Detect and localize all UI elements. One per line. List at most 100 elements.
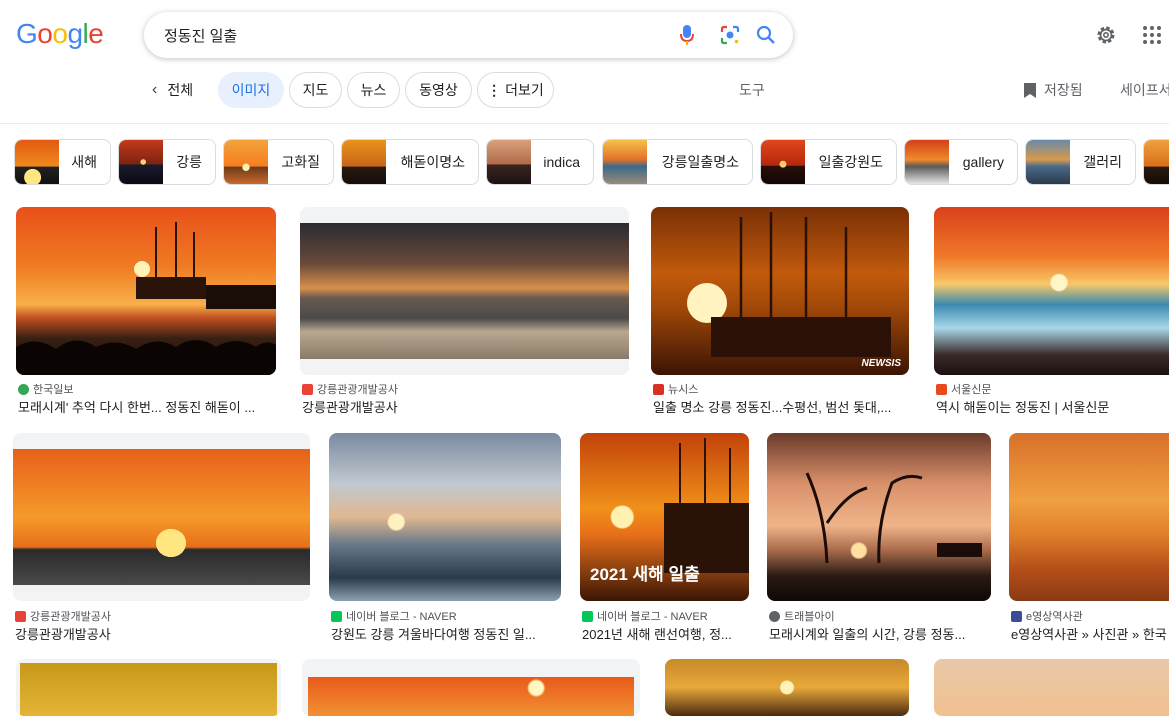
logo-letter: o xyxy=(37,18,53,49)
chip-label: 일출강원도 xyxy=(818,154,883,170)
image-result[interactable]: 네이버 블로그 - NAVER 강원도 강릉 겨울바다여행 정동진 일... xyxy=(329,433,561,643)
image-result[interactable]: 강릉관광개발공사 강릉관광개발공사 xyxy=(300,207,629,417)
chip[interactable]: 강릉 xyxy=(118,139,216,185)
chip[interactable] xyxy=(1143,139,1169,185)
result-source: 네이버 블로그 - NAVER xyxy=(331,608,457,624)
chip-thumbnail xyxy=(342,140,386,184)
result-image[interactable] xyxy=(665,659,909,716)
result-source: e영상역사관 xyxy=(1011,608,1083,624)
tab-more[interactable]: ⋮ 더보기 xyxy=(477,72,554,108)
result-image[interactable]: 2021 새해 일출 xyxy=(580,433,749,601)
result-image[interactable] xyxy=(934,207,1169,375)
result-title[interactable]: 강원도 강릉 겨울바다여행 정동진 일... xyxy=(331,624,563,643)
favicon-icon xyxy=(936,383,947,395)
tab-maps[interactable]: 지도 xyxy=(289,72,342,108)
result-source: 뉴시스 xyxy=(653,381,698,397)
result-source-label: 네이버 블로그 - NAVER xyxy=(346,611,457,623)
result-source-label: 강릉관광개발공사 xyxy=(30,611,111,623)
ship-silhouette xyxy=(16,222,276,375)
result-title[interactable]: 2021년 새해 랜선여행, 정... xyxy=(582,624,751,643)
result-source: 한국일보 xyxy=(18,381,73,397)
tab-images[interactable]: 이미지 xyxy=(218,72,284,108)
chip[interactable]: 고화질 xyxy=(223,139,334,185)
chip[interactable]: 일출강원도 xyxy=(760,139,897,185)
google-logo[interactable]: Google xyxy=(16,18,104,50)
result-image[interactable] xyxy=(13,433,310,601)
chip-label: gallery xyxy=(962,154,1004,170)
search-icon[interactable] xyxy=(754,23,778,47)
image-result[interactable] xyxy=(665,659,909,716)
result-title[interactable]: 모래시계와 일출의 시간, 강릉 정동... xyxy=(769,624,993,643)
logo-letter: g xyxy=(67,18,83,49)
result-image[interactable] xyxy=(16,659,281,716)
chip-label: 새해 xyxy=(71,154,97,170)
watermark: NEWSIS xyxy=(861,358,901,369)
search-box[interactable]: 정동진 일출 xyxy=(144,12,793,58)
result-title[interactable]: 강릉관광개발공사 xyxy=(15,624,312,643)
image-result[interactable]: 강릉관광개발공사 강릉관광개발공사 xyxy=(13,433,310,643)
result-title[interactable]: 모래시계' 추억 다시 한번... 정동진 해돋이 ... xyxy=(18,397,278,416)
chip[interactable]: 새해 xyxy=(14,139,111,185)
microphone-icon[interactable] xyxy=(680,23,694,47)
chip[interactable]: 갤러리 xyxy=(1025,139,1136,185)
result-image[interactable] xyxy=(934,659,1169,716)
chip[interactable]: gallery xyxy=(904,139,1018,185)
chip-thumbnail xyxy=(905,140,949,184)
result-source: 네이버 블로그 - NAVER xyxy=(582,608,708,624)
logo-letter: G xyxy=(16,18,38,49)
result-image[interactable] xyxy=(767,433,991,601)
ship-silhouette xyxy=(687,212,891,357)
favicon-icon xyxy=(18,383,29,395)
result-image[interactable] xyxy=(1009,433,1169,601)
saved-button[interactable]: 저장됨 xyxy=(1024,80,1083,100)
image-result[interactable]: 트래블아이 모래시계와 일출의 시간, 강릉 정동... xyxy=(767,433,991,643)
result-image[interactable] xyxy=(302,659,640,716)
tools-button[interactable]: 도구 xyxy=(739,80,765,100)
chip-thumbnail xyxy=(487,140,531,184)
result-source-label: 트래블아이 xyxy=(784,611,835,623)
image-result[interactable]: NEWSIS 뉴시스 일출 명소 강릉 정동진...수평선, 범선 돛대,... xyxy=(651,207,909,417)
gear-icon[interactable] xyxy=(1094,23,1118,47)
image-result[interactable]: e영상역사관 e영상역사관 » 사진관 » 한국 xyxy=(1009,433,1169,643)
chip-label: indica xyxy=(543,154,580,170)
image-result[interactable] xyxy=(934,659,1169,716)
apps-grid-icon[interactable] xyxy=(1142,25,1162,45)
result-source: 강릉관광개발공사 xyxy=(15,608,111,624)
result-image[interactable]: NEWSIS xyxy=(651,207,909,375)
search-input[interactable]: 정동진 일출 xyxy=(164,25,237,46)
image-result[interactable]: 한국일보 모래시계' 추억 다시 한번... 정동진 해돋이 ... xyxy=(16,207,276,417)
image-overlay-text: 2021 새해 일출 xyxy=(590,565,700,584)
image-result[interactable]: 2021 새해 일출 네이버 블로그 - NAVER 2021년 새해 랜선여행… xyxy=(580,433,749,643)
result-title[interactable]: 일출 명소 강릉 정동진...수평선, 범선 돛대,... xyxy=(653,397,911,416)
chip-thumbnail xyxy=(1144,140,1169,184)
back-to-all-button[interactable]: ‹ 전체 xyxy=(152,72,193,108)
tab-more-label: 더보기 xyxy=(505,82,544,98)
result-title[interactable]: 강릉관광개발공사 xyxy=(302,397,631,416)
result-image[interactable] xyxy=(16,207,276,375)
image-result[interactable] xyxy=(16,659,281,716)
safe-search-button[interactable]: 세이프서치 xyxy=(1120,80,1169,100)
image-result[interactable] xyxy=(302,659,640,716)
result-source-label: 서울신문 xyxy=(951,384,992,396)
result-source-label: 한국일보 xyxy=(33,384,74,396)
result-source-label: 뉴시스 xyxy=(668,384,699,396)
chip-thumbnail xyxy=(603,140,647,184)
chip[interactable]: 해돋이명소 xyxy=(341,139,479,185)
saved-label: 저장됨 xyxy=(1044,82,1083,98)
chip-label: 강릉일출명소 xyxy=(661,154,739,170)
google-lens-icon[interactable] xyxy=(718,23,742,47)
tab-all[interactable]: 전체 xyxy=(167,80,193,100)
tab-videos[interactable]: 동영상 xyxy=(405,72,472,108)
chip-thumbnail xyxy=(224,140,268,184)
chip-thumbnail xyxy=(761,140,805,184)
image-result[interactable]: 서울신문 역시 해돋이는 정동진 | 서울신문 xyxy=(934,207,1169,417)
result-title[interactable]: 역시 해돋이는 정동진 | 서울신문 xyxy=(936,397,1169,416)
logo-letter: e xyxy=(88,18,104,49)
result-title[interactable]: e영상역사관 » 사진관 » 한국 xyxy=(1011,624,1169,643)
result-image[interactable] xyxy=(300,207,629,375)
result-image[interactable] xyxy=(329,433,561,601)
search-tabs: ‹ 전체 이미지 지도 뉴스 동영상 ⋮ 더보기 도구 저장됨 세이프서치 xyxy=(0,70,1169,124)
chip[interactable]: indica xyxy=(486,139,594,185)
tab-news[interactable]: 뉴스 xyxy=(347,72,400,108)
chip[interactable]: 강릉일출명소 xyxy=(602,139,753,185)
